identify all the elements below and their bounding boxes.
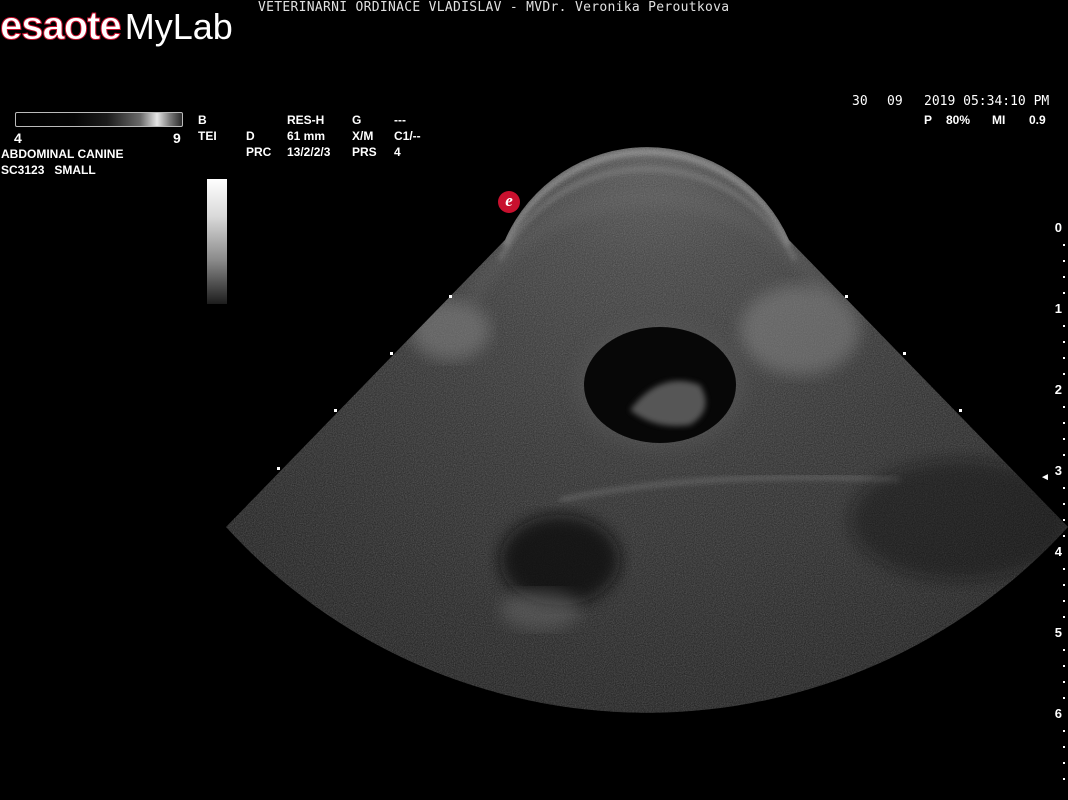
depth-minor-tick	[1063, 260, 1065, 262]
orientation-marker-icon: e	[498, 191, 520, 213]
depth-minor-tick	[1063, 519, 1065, 521]
depth-minor-tick	[1063, 325, 1065, 327]
depth-minor-tick	[1063, 778, 1065, 780]
depth-minor-tick	[1063, 762, 1065, 764]
depth-minor-tick	[1063, 373, 1065, 375]
depth-minor-tick	[1063, 406, 1065, 408]
depth-minor-tick	[1063, 568, 1065, 570]
depth-minor-tick	[1063, 244, 1065, 246]
depth-minor-tick	[1063, 535, 1065, 537]
depth-minor-tick	[1063, 665, 1065, 667]
depth-minor-tick	[1063, 503, 1065, 505]
depth-tick-label: 2	[1054, 382, 1062, 397]
ultrasound-image[interactable]	[0, 0, 1068, 800]
depth-tick-label: 4	[1054, 544, 1062, 559]
depth-tick-label: 0	[1054, 220, 1062, 235]
depth-minor-tick	[1063, 616, 1065, 618]
depth-minor-tick	[1063, 697, 1065, 699]
depth-minor-tick	[1063, 276, 1065, 278]
depth-minor-tick	[1063, 422, 1065, 424]
depth-minor-tick	[1063, 746, 1065, 748]
depth-minor-tick	[1063, 454, 1065, 456]
depth-minor-tick	[1063, 487, 1065, 489]
depth-minor-tick	[1063, 730, 1065, 732]
depth-minor-tick	[1063, 681, 1065, 683]
depth-minor-tick	[1063, 438, 1065, 440]
depth-tick-label: 5	[1054, 625, 1062, 640]
depth-minor-tick	[1063, 292, 1065, 294]
depth-minor-tick	[1063, 649, 1065, 651]
depth-minor-tick	[1063, 341, 1065, 343]
depth-tick-label: 1	[1054, 301, 1062, 316]
depth-minor-tick	[1063, 584, 1065, 586]
focus-marker-icon[interactable]: ◄	[1040, 470, 1050, 486]
depth-minor-tick	[1063, 600, 1065, 602]
depth-minor-tick	[1063, 357, 1065, 359]
depth-tick-label: 6	[1054, 706, 1062, 721]
